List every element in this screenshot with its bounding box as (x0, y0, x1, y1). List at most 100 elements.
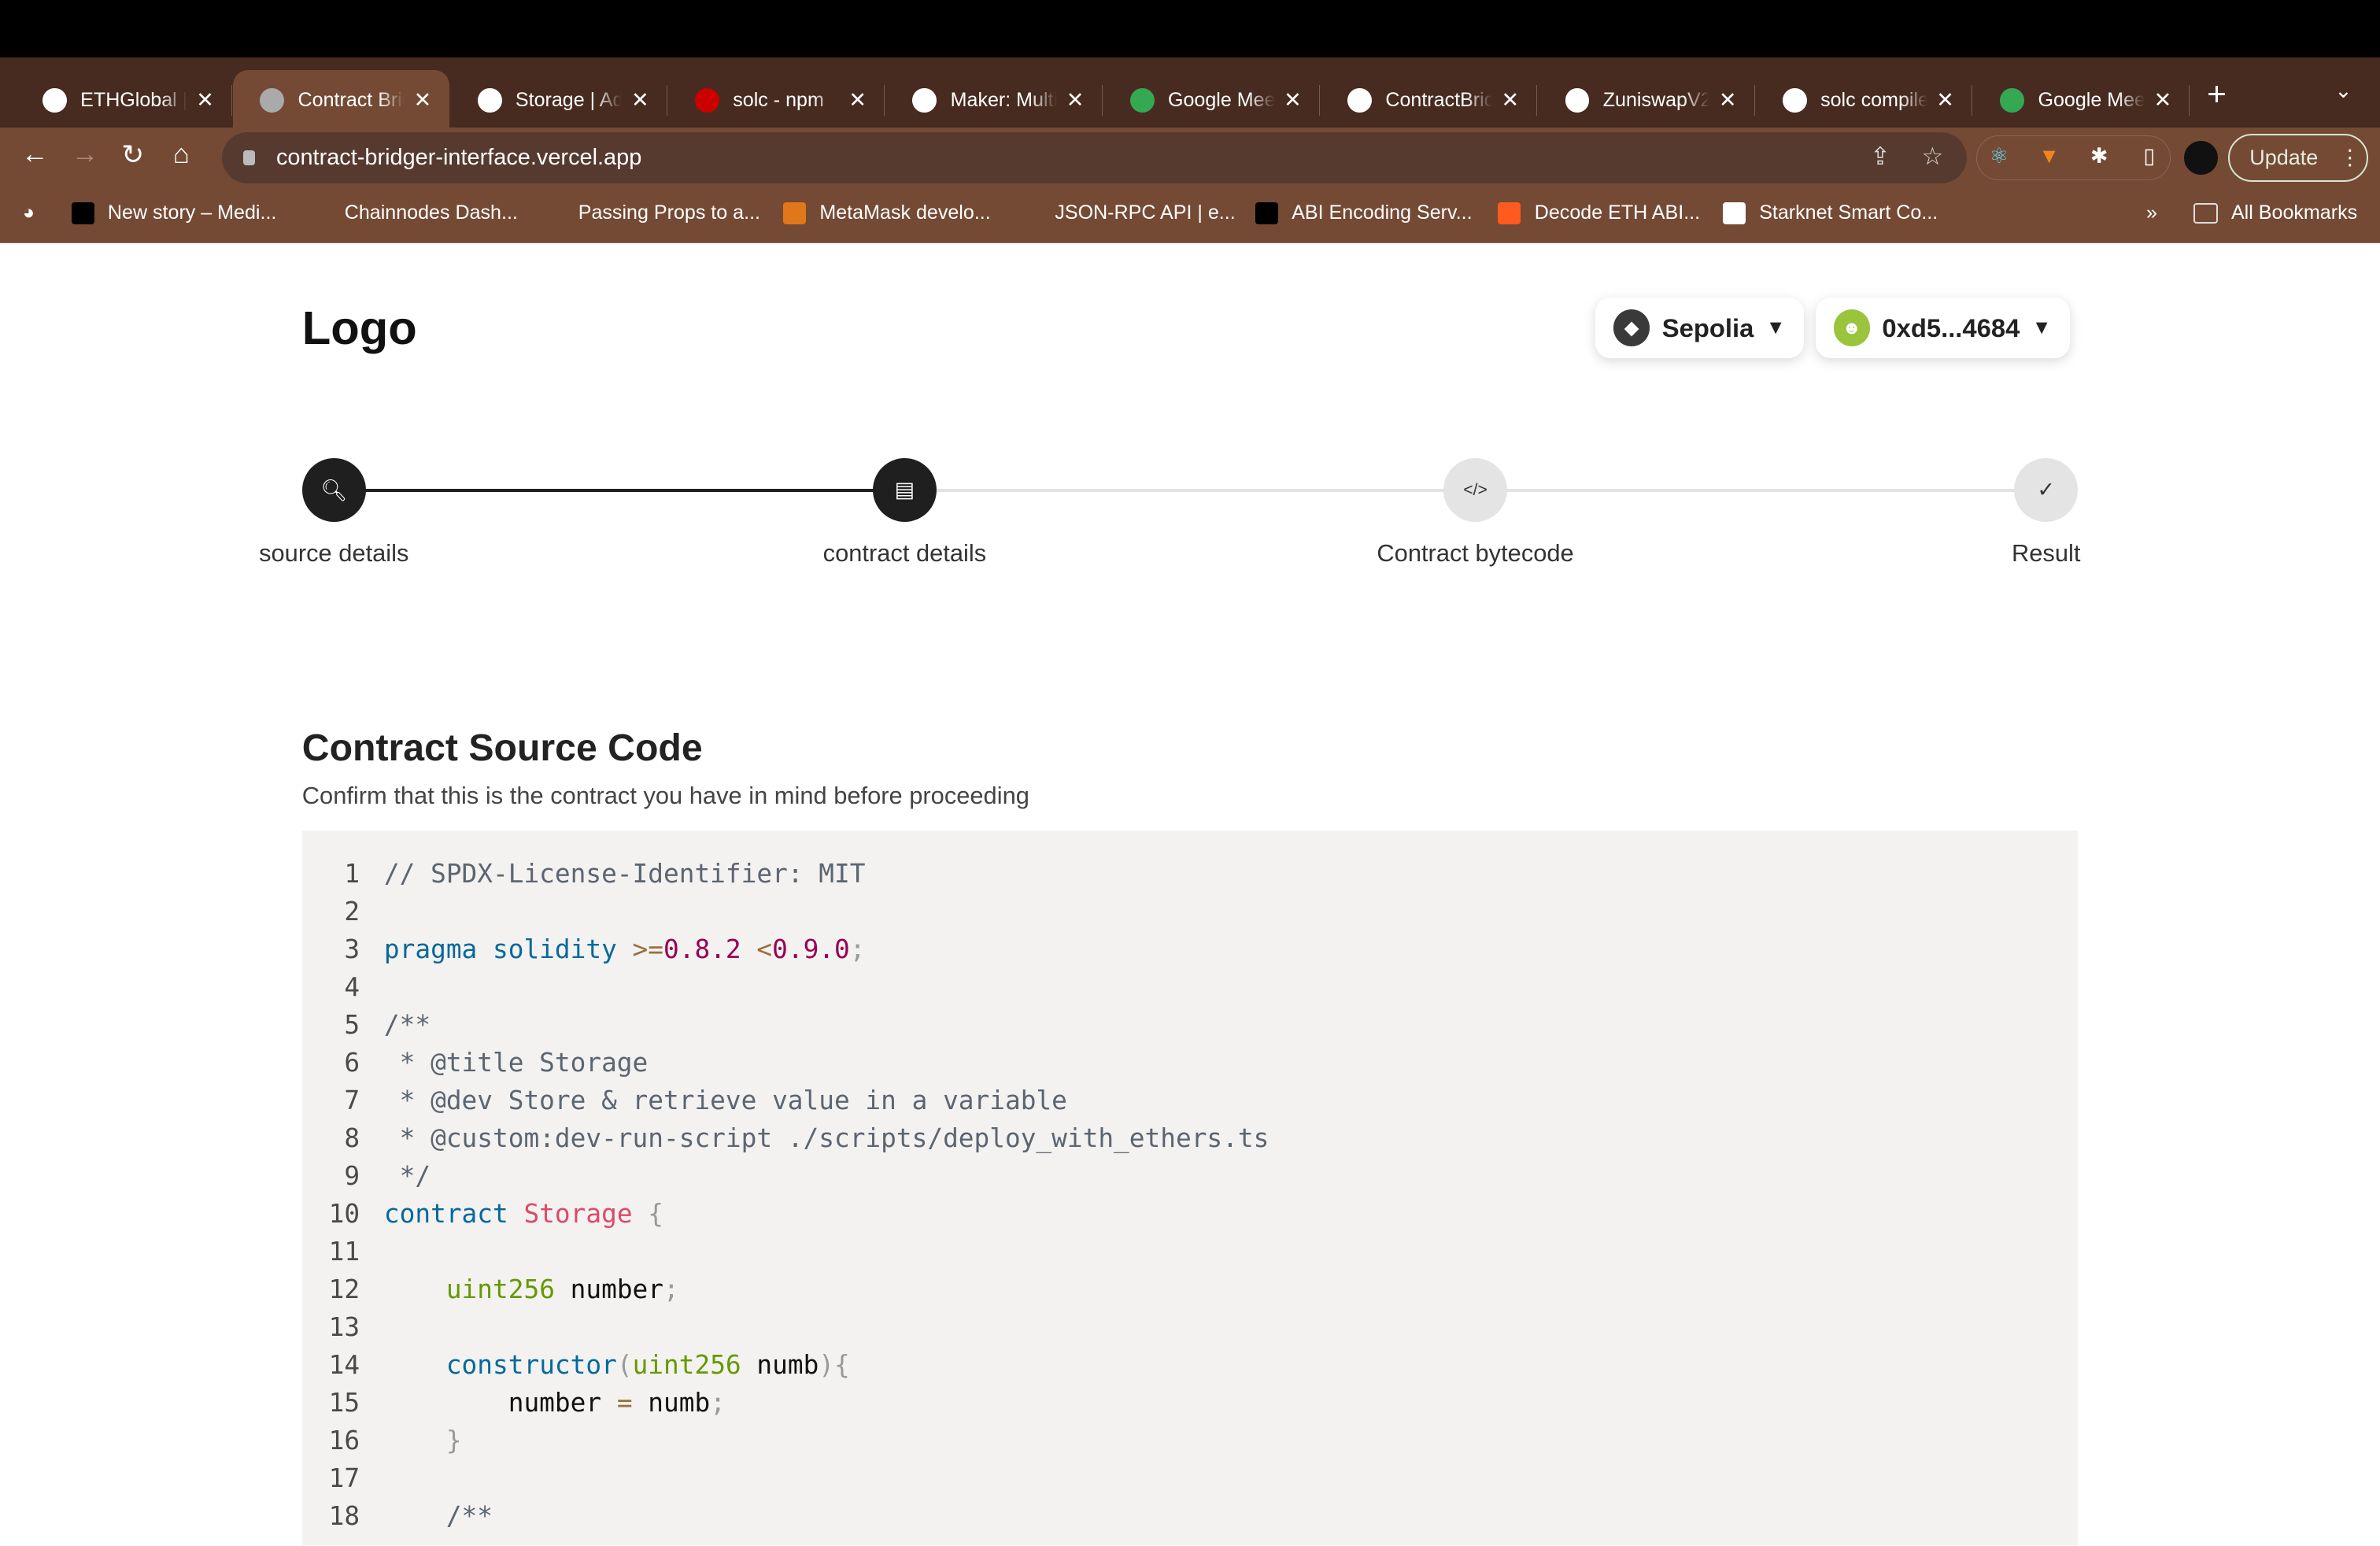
tab-title: ETHGlobal | (80, 88, 187, 111)
back-icon[interactable]: ← (21, 139, 49, 170)
bookmark-item[interactable]: MetaMask develo... (783, 202, 991, 225)
close-icon[interactable]: ✕ (1936, 88, 1954, 113)
bookmark-item[interactable]: ABI Encoding Serv... (1255, 202, 1473, 225)
ethereum-icon: ◆ (1613, 309, 1650, 346)
chevron-down-icon: ▼ (1765, 316, 1786, 339)
decode-icon (1498, 202, 1521, 225)
code-line: 5 /** (302, 1006, 2078, 1044)
puzzle-extensions-icon[interactable]: ✱ (2086, 144, 2113, 172)
metamask-icon (783, 202, 807, 225)
page-content: Logo ◆ Sepolia ▼ ☻ 0xd5...4684 ▼ 🔍︎ sourc… (0, 242, 2380, 1546)
hash-icon (1255, 202, 1278, 225)
apps-globe-icon[interactable]: ◕ (23, 202, 35, 224)
code-token: ; (663, 1274, 679, 1304)
toolbar: ← → ↻ ⌂ contract-bridger-interface.verce… (0, 127, 2380, 189)
close-icon[interactable]: ✕ (1719, 88, 1737, 113)
bookmark-item[interactable]: Passing Props to a... (541, 202, 760, 224)
metamask-icon[interactable]: ▼ (2035, 144, 2063, 172)
bookmark-label: Starknet Smart Co... (1759, 202, 1938, 224)
more-bookmarks[interactable]: » (2146, 202, 2157, 224)
tab[interactable]: Storage | Address ✕ (450, 70, 667, 131)
forward-icon[interactable]: → (72, 139, 99, 170)
line-number: 9 (344, 1160, 360, 1191)
side-panel-icon[interactable]: ▯ (2135, 144, 2163, 172)
tab[interactable]: Contract Bridger ✕ (232, 69, 450, 131)
bookmark-label: New story – Medi... (107, 202, 277, 224)
code-token: >= (632, 934, 664, 964)
account-selector[interactable]: ☻ 0xd5...4684 ▼ (1815, 297, 2070, 359)
new-tab-button[interactable]: + (2207, 76, 2227, 113)
step-3-circle[interactable]: </> (1443, 458, 1508, 523)
code-line: 12 uint256 number; (302, 1270, 2078, 1308)
close-icon[interactable]: ✕ (196, 88, 214, 113)
step-2-circle[interactable]: ▤ (872, 458, 937, 523)
code-token: < (756, 934, 773, 964)
code-line: 17 (302, 1459, 2078, 1497)
section-subtitle: Confirm that this is the contract you ha… (301, 782, 1029, 810)
tab-strip: + ⌄ ETHGlobal | ✕Contract Bridger✕Storag… (0, 57, 2380, 131)
home-icon[interactable]: ⌂ (173, 139, 190, 170)
react-devtools-icon[interactable]: ⚛ (1986, 144, 2013, 172)
chainnodes-icon (308, 202, 331, 225)
line-number: 17 (328, 1463, 360, 1493)
bookmark-star-icon[interactable]: ☆ (1922, 142, 1944, 171)
kebab-menu-icon[interactable]: ⋮ (2339, 146, 2360, 170)
close-icon[interactable]: ✕ (2154, 88, 2172, 113)
google-meet-icon (2000, 87, 2025, 113)
bookmark-item[interactable]: New story – Medi... (71, 202, 277, 225)
line-content: */ (384, 1157, 431, 1195)
bookmark-item[interactable]: Decode ETH ABI... (1498, 202, 1700, 225)
google-meet-icon (1129, 87, 1155, 113)
bookmark-item[interactable]: Starknet Smart Co... (1722, 202, 1938, 225)
code-token: contract (383, 1198, 524, 1229)
tab[interactable]: ContractBridger ✕ (1320, 70, 1538, 131)
code-token: } (383, 1425, 462, 1455)
url-text[interactable]: contract-bridger-interface.vercel.app (276, 145, 641, 171)
code-line: 16 } (302, 1422, 2078, 1459)
address-bar[interactable]: contract-bridger-interface.vercel.app ⇪ … (221, 131, 1968, 184)
bookmark-item[interactable]: Chainnodes Dash... (308, 202, 518, 225)
close-icon[interactable]: ✕ (414, 88, 432, 113)
share-icon[interactable]: ⇪ (1870, 142, 1890, 171)
close-icon[interactable]: ✕ (848, 88, 867, 113)
tab[interactable]: solc - npm ✕ (667, 70, 885, 131)
code-token: * @custom:dev-run-script ./scripts/deplo… (383, 1123, 1269, 1153)
tab-separator (231, 84, 233, 116)
tab[interactable]: Google Meet ✕ (1973, 70, 2190, 131)
tab-title: solc - npm (733, 88, 824, 111)
update-button[interactable]: Update ⋮ (2228, 133, 2368, 183)
line-content: } (384, 1422, 462, 1459)
line-content: // SPDX-License-Identifier: MIT (384, 855, 866, 893)
all-bookmarks[interactable]: All Bookmarks (2193, 202, 2357, 224)
step-4-circle[interactable]: ✓ (2014, 458, 2079, 523)
code-line: 3 pragma solidity >=0.8.2 <0.9.0; (302, 930, 2078, 968)
close-icon[interactable]: ✕ (1066, 88, 1085, 113)
tab[interactable]: Google Meet ✕ (1103, 70, 1320, 131)
tab[interactable]: ETHGlobal | ✕ (15, 70, 233, 131)
reload-icon[interactable]: ↻ (121, 139, 144, 171)
code-line: 6 * @title Storage (302, 1044, 2078, 1082)
tab-search-chevron-icon[interactable]: ⌄ (2334, 79, 2352, 103)
logo[interactable]: Logo (302, 301, 417, 355)
tab[interactable]: Maker: Multicall ✕ (885, 70, 1103, 131)
line-number: 8 (344, 1123, 360, 1153)
network-selector[interactable]: ◆ Sepolia ▼ (1595, 297, 1804, 359)
code-viewer[interactable]: 1 // SPDX-License-Identifier: MIT 2 3 pragma… (301, 830, 2079, 1546)
code-token: * @dev Store & retrieve value in a varia… (383, 1085, 1067, 1115)
close-icon[interactable]: ✕ (631, 88, 649, 113)
step-1-circle[interactable]: 🔍︎ (301, 458, 366, 523)
tab[interactable]: solc compiler ✕ (1755, 70, 1972, 131)
profile-avatar[interactable] (2184, 141, 2218, 175)
line-content: pragma solidity >=0.8.2 <0.9.0; (384, 930, 866, 968)
bookmark-item[interactable]: JSON-RPC API | e... (1018, 202, 1236, 224)
lock-icon[interactable] (242, 150, 255, 166)
globe-icon (260, 87, 285, 113)
bookmark-label: JSON-RPC API | e... (1055, 202, 1236, 224)
tab[interactable]: ZuniswapV2 ✕ (1538, 70, 1755, 131)
etherscan-icon (1565, 87, 1590, 113)
close-icon[interactable]: ✕ (1501, 88, 1519, 113)
close-icon[interactable]: ✕ (1284, 88, 1302, 113)
code-token: number (554, 1274, 664, 1304)
